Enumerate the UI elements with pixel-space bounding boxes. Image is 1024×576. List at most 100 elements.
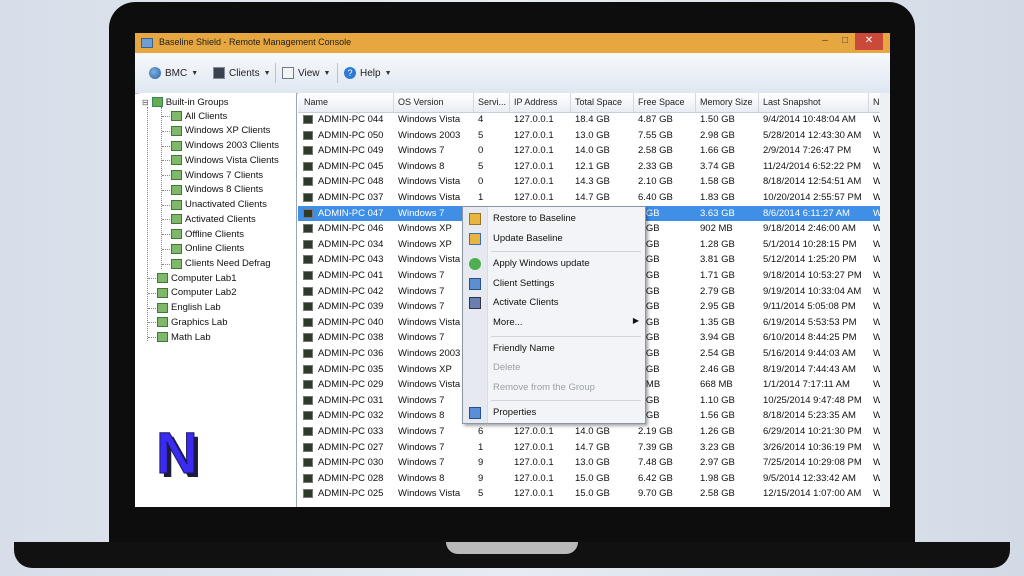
menu-separator: [491, 251, 641, 253]
computer-icon: [303, 271, 313, 280]
group-icon: [171, 111, 182, 121]
clients-icon: [213, 67, 225, 79]
tree-group-item[interactable]: Clients Need Defrag: [171, 257, 271, 271]
column-divider[interactable]: [509, 93, 510, 112]
column-header[interactable]: Name: [304, 97, 328, 107]
tree-root-built-in-groups[interactable]: ⊟ Built-in Groups: [142, 95, 229, 109]
table-cell: 4: [478, 114, 484, 125]
computer-icon: [303, 349, 313, 358]
menu-item-properties[interactable]: Properties: [463, 404, 645, 422]
menu-item-more[interactable]: More... ▶: [463, 314, 645, 332]
tree-group-item[interactable]: Windows Vista Clients: [171, 153, 279, 167]
menu-item-restore-to-baseline[interactable]: Restore to Baseline: [463, 210, 645, 228]
table-cell: 7.39 GB: [638, 441, 673, 453]
bmc-menu-button[interactable]: BMC ▼: [149, 65, 198, 81]
table-cell: Windows XP: [398, 238, 452, 250]
tree-lab-label: Math Lab: [171, 331, 211, 343]
column-header[interactable]: Free Space: [638, 97, 685, 107]
table-cell: 18.4 GB: [575, 114, 610, 125]
column-header[interactable]: OS Version: [398, 97, 444, 107]
table-cell: ADMIN-PC 050: [318, 129, 384, 141]
column-header[interactable]: Last Snapshot: [763, 97, 821, 107]
table-cell: 127.0.0.1: [514, 426, 554, 437]
menu-item-client-settings[interactable]: Client Settings: [463, 275, 645, 293]
close-button[interactable]: ✕: [855, 33, 883, 50]
menu-item-activate-clients[interactable]: Activate Clients: [463, 294, 645, 312]
column-header[interactable]: Total Space: [575, 97, 622, 107]
app-icon: [141, 38, 153, 48]
table-row[interactable]: ADMIN-PC 025 Windows Vista 5 127.0.0.1 15.0 …: [298, 486, 890, 502]
column-divider[interactable]: [393, 93, 394, 112]
collapse-icon: ⊟: [142, 97, 149, 107]
table-row[interactable]: ADMIN-PC 028 Windows 8 9 127.0.0.1 15.0 GB 6.…: [298, 471, 890, 487]
column-divider[interactable]: [570, 93, 571, 112]
tree-connector: [162, 234, 170, 235]
view-menu-button[interactable]: View ▼: [282, 65, 330, 81]
tree-group-item[interactable]: Online Clients: [171, 242, 244, 256]
table-cell: 14.7 GB: [575, 192, 610, 203]
table-row[interactable]: ADMIN-PC 048 Windows Vista 0 127.0.0.1 14.3 …: [298, 174, 890, 190]
title-bar: Baseline Shield - Remote Management Cons…: [135, 33, 890, 53]
column-header[interactable]: Servi...: [478, 97, 506, 107]
table-cell: Windows Vista: [398, 254, 461, 266]
table-row[interactable]: ADMIN-PC 030 Windows 7 9 127.0.0.1 13.0 GB 7.…: [298, 455, 890, 471]
column-divider[interactable]: [868, 93, 869, 112]
tree-group-item[interactable]: Windows 2003 Clients: [171, 139, 279, 153]
vertical-scrollbar[interactable]: [880, 93, 890, 507]
column-divider[interactable]: [695, 93, 696, 112]
table-row[interactable]: ADMIN-PC 049 Windows 7 0 127.0.0.1 14.0 GB 2.…: [298, 143, 890, 159]
minimize-button[interactable]: –: [815, 33, 835, 50]
table-row[interactable]: ADMIN-PC 045 Windows 8 5 127.0.0.1 12.1 GB 2.…: [298, 159, 890, 175]
table-cell: 6: [478, 426, 484, 437]
menu-item-label: Update Baseline: [493, 232, 563, 244]
tree-group-item[interactable]: Unactivated Clients: [171, 198, 267, 212]
table-row[interactable]: ADMIN-PC 044 Windows Vista 4 127.0.0.1 18.4 …: [298, 112, 890, 128]
menu-item-label: Properties: [493, 407, 537, 419]
menu-item-apply-windows-update[interactable]: Apply Windows update: [463, 255, 645, 273]
tree-lab-item[interactable]: Math Lab: [157, 330, 211, 344]
tree-group-item[interactable]: Windows XP Clients: [171, 124, 270, 138]
menu-item-friendly-name[interactable]: Friendly Name: [463, 340, 645, 358]
table-row[interactable]: ADMIN-PC 027 Windows 7 1 127.0.0.1 14.7 GB 7.…: [298, 440, 890, 456]
table-cell: Windows 2003: [398, 348, 461, 359]
tree-lab-item[interactable]: Graphics Lab: [157, 315, 228, 329]
table-cell: Windows Vista: [398, 192, 461, 203]
group-icon: [171, 140, 182, 151]
menu-item-update-baseline[interactable]: Update Baseline: [463, 230, 645, 248]
maximize-button[interactable]: □: [835, 33, 855, 50]
table-cell: 127.0.0.1: [514, 129, 554, 141]
table-cell: 127.0.0.1: [514, 160, 554, 172]
table-cell: 15.0 GB: [575, 488, 610, 500]
table-cell: 127.0.0.1: [514, 176, 554, 188]
tree-group-item[interactable]: All Clients: [171, 109, 227, 123]
tree-lab-item[interactable]: Computer Lab2: [157, 286, 236, 300]
tree-connector: [162, 204, 170, 206]
table-row[interactable]: ADMIN-PC 050 Windows 2003 5 127.0.0.1 13.0 G…: [298, 128, 890, 144]
tree-lab-item[interactable]: English Lab: [157, 301, 221, 315]
table-row[interactable]: ADMIN-PC 033 Windows 7 6 127.0.0.1 14.0 GB 2.…: [298, 424, 890, 440]
table-row[interactable]: ADMIN-PC 037 Windows Vista 1 127.0.0.1 14.7 …: [298, 190, 890, 206]
column-header[interactable]: IP Address: [514, 97, 557, 107]
table-cell: ADMIN-PC 039: [318, 301, 384, 313]
app-window: Baseline Shield - Remote Management Cons…: [135, 33, 890, 507]
table-cell: ADMIN-PC 043: [318, 254, 384, 266]
clients-menu-button[interactable]: Clients ▼: [213, 65, 271, 81]
help-icon: ?: [344, 67, 356, 79]
column-header[interactable]: Memory Size: [700, 97, 753, 107]
table-cell: ADMIN-PC 040: [318, 316, 384, 328]
tree-group-item[interactable]: Activated Clients: [171, 212, 256, 226]
table-cell: 0: [478, 176, 484, 188]
help-menu-button[interactable]: ? Help ▼: [344, 65, 392, 81]
column-divider[interactable]: [633, 93, 634, 112]
computer-icon: [303, 239, 313, 249]
table-cell: Windows 7: [398, 207, 445, 219]
tree-group-item[interactable]: Offline Clients: [171, 227, 244, 241]
computer-icon: [303, 255, 313, 265]
tree-lab-item[interactable]: Computer Lab1: [157, 271, 236, 285]
table-cell: 1/1/2014 7:17:11 AM: [763, 379, 850, 391]
table-cell: 5/16/2014 9:44:03 AM: [763, 348, 856, 359]
tree-group-item[interactable]: Windows 8 Clients: [171, 183, 263, 197]
column-divider[interactable]: [758, 93, 759, 112]
tree-group-item[interactable]: Windows 7 Clients: [171, 168, 263, 182]
column-divider[interactable]: [473, 93, 474, 112]
